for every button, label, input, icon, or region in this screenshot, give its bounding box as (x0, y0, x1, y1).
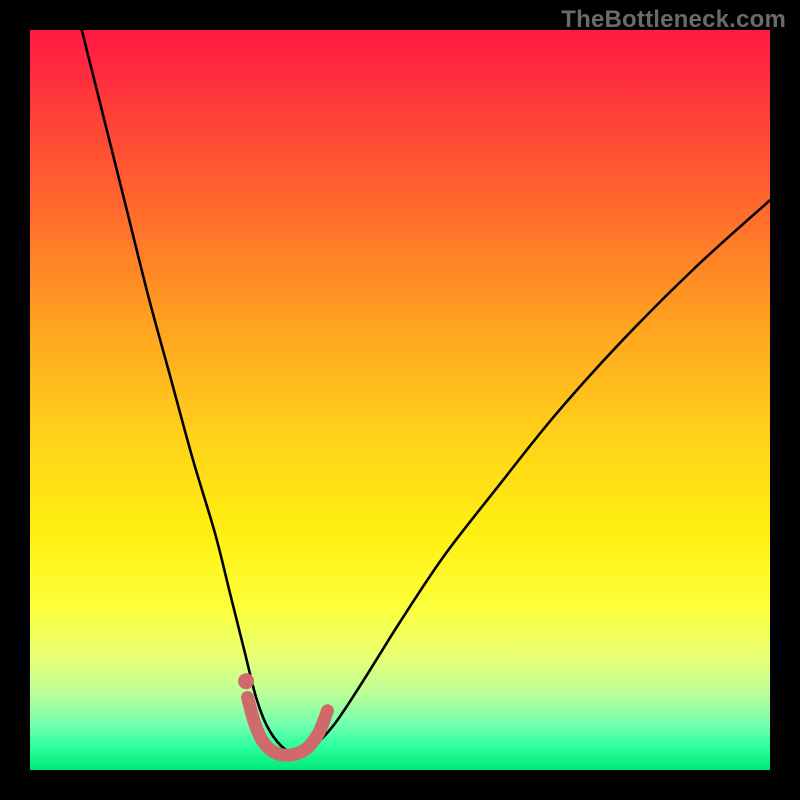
highlight-dot (238, 673, 254, 689)
chart-frame: TheBottleneck.com (0, 0, 800, 800)
bottleneck-curve (82, 30, 770, 754)
series-layer (82, 30, 770, 755)
plot-area (30, 30, 770, 770)
chart-svg (30, 30, 770, 770)
